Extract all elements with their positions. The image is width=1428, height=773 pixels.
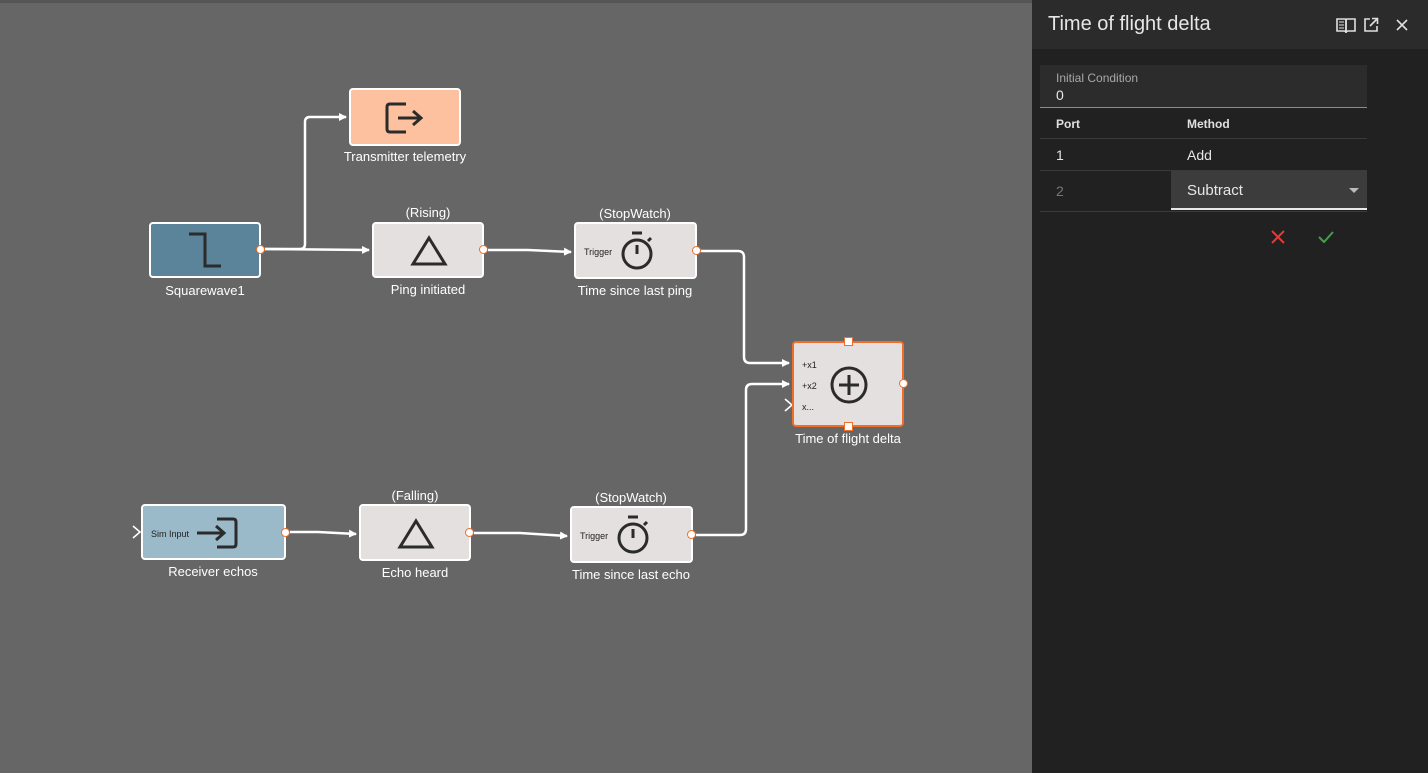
wire-echo-to-stopwatch	[474, 531, 568, 540]
panel-title: Time of flight delta	[1048, 13, 1211, 35]
sum-output-port[interactable]	[899, 379, 908, 388]
checkmark-icon	[1318, 231, 1334, 243]
plus-circle-icon	[830, 366, 868, 404]
row-1-method[interactable]: Add	[1187, 147, 1212, 163]
sum-port-label-xn: x...	[802, 402, 815, 412]
open-external-icon	[1364, 17, 1379, 32]
triangle-edge-icon	[397, 518, 435, 549]
block-squarewave[interactable]	[149, 222, 261, 278]
book-icon	[1336, 18, 1356, 33]
enter-icon	[197, 517, 238, 549]
table-divider	[1040, 211, 1367, 212]
squarewave-label: Squarewave1	[165, 283, 245, 298]
documentation-button[interactable]	[1335, 14, 1357, 36]
block-echo-heard[interactable]	[359, 504, 471, 561]
panel-header: Time of flight delta	[1032, 0, 1428, 49]
method-select-value: Subtract	[1187, 182, 1243, 199]
port-column-header: Port	[1056, 117, 1080, 131]
wire-stopwatch-echo-to-sum	[696, 380, 790, 537]
echo-label: Echo heard	[381, 565, 449, 580]
ping-label: Ping initiated	[390, 282, 466, 297]
stopwatch-ping-annotation: (StopWatch)	[599, 206, 671, 221]
stopwatch-ping-trigger-label: Trigger	[584, 247, 613, 257]
squarewave-icon	[189, 232, 221, 268]
initial-condition-label: Initial Condition	[1056, 71, 1139, 85]
transmitter-label: Transmitter telemetry	[343, 149, 467, 164]
close-panel-button[interactable]	[1391, 14, 1413, 36]
wire-ping-to-stopwatch	[488, 247, 572, 256]
ping-output-port[interactable]	[479, 245, 488, 254]
sum-input-x-chevron	[784, 398, 794, 412]
stopwatch-echo-annotation: (StopWatch)	[595, 490, 667, 505]
row-1-port: 1	[1056, 147, 1064, 163]
stopwatch-echo-label: Time since last echo	[571, 567, 691, 582]
open-external-button[interactable]	[1360, 14, 1382, 36]
initial-condition-value[interactable]: 0	[1056, 87, 1064, 103]
sum-port-label-x2: +x2	[802, 381, 817, 391]
initial-condition-field[interactable]: Initial Condition 0	[1040, 65, 1367, 108]
diagram-canvas[interactable]: Squarewave1 Transmitter telemetry (Risin…	[0, 0, 1032, 773]
wire-stopwatch-ping-to-sum	[700, 249, 790, 367]
properties-panel: Time of flight delta Initial Condition 0…	[1032, 0, 1428, 773]
cancel-x-icon	[1271, 230, 1285, 244]
receiver-label: Receiver echos	[168, 564, 258, 579]
exit-icon	[385, 102, 424, 134]
stopwatch-echo-output-port[interactable]	[687, 530, 696, 539]
method-column-header: Method	[1187, 117, 1230, 131]
block-receiver-echos[interactable]: Sim Input	[141, 504, 286, 560]
close-icon	[1396, 19, 1408, 31]
block-ping-initiated[interactable]	[372, 222, 484, 278]
row-2-port: 2	[1056, 183, 1064, 199]
stopwatch-ping-output-port[interactable]	[692, 246, 701, 255]
sum-port-label-x1: +x1	[802, 360, 817, 370]
squarewave-output-port[interactable]	[256, 245, 265, 254]
stopwatch-ping-label: Time since last ping	[577, 283, 693, 298]
table-divider	[1040, 138, 1367, 139]
stopwatch-echo-trigger-label: Trigger	[580, 531, 609, 541]
wire-squarewave-to-transmitter	[265, 113, 347, 251]
receiver-input-chevron	[132, 525, 142, 539]
block-time-of-flight-delta[interactable]: +x1 +x2 x...	[792, 341, 904, 427]
chevron-down-icon	[1349, 188, 1359, 193]
cancel-edit-button[interactable]	[1267, 226, 1289, 248]
ping-annotation: (Rising)	[405, 205, 451, 220]
wire-receiver-to-echo	[290, 529, 357, 538]
block-transmitter[interactable]	[349, 88, 461, 146]
confirm-edit-button[interactable]	[1315, 226, 1337, 248]
wire-squarewave-to-ping	[264, 245, 370, 254]
echo-annotation: (Falling)	[391, 488, 439, 503]
stopwatch-icon	[621, 231, 653, 270]
sum-bottom-resize-handle[interactable]	[844, 422, 853, 431]
stopwatch-icon	[617, 515, 649, 554]
block-stopwatch-echo[interactable]: Trigger	[570, 506, 693, 563]
sum-top-resize-handle[interactable]	[844, 337, 853, 346]
block-stopwatch-ping[interactable]: Trigger	[574, 222, 697, 279]
echo-output-port[interactable]	[465, 528, 474, 537]
sum-label: Time of flight delta	[795, 431, 901, 446]
receiver-output-port[interactable]	[281, 528, 290, 537]
receiver-port-label: Sim Input	[151, 529, 190, 539]
method-select[interactable]: Subtract	[1171, 171, 1367, 210]
triangle-edge-icon	[410, 235, 448, 266]
